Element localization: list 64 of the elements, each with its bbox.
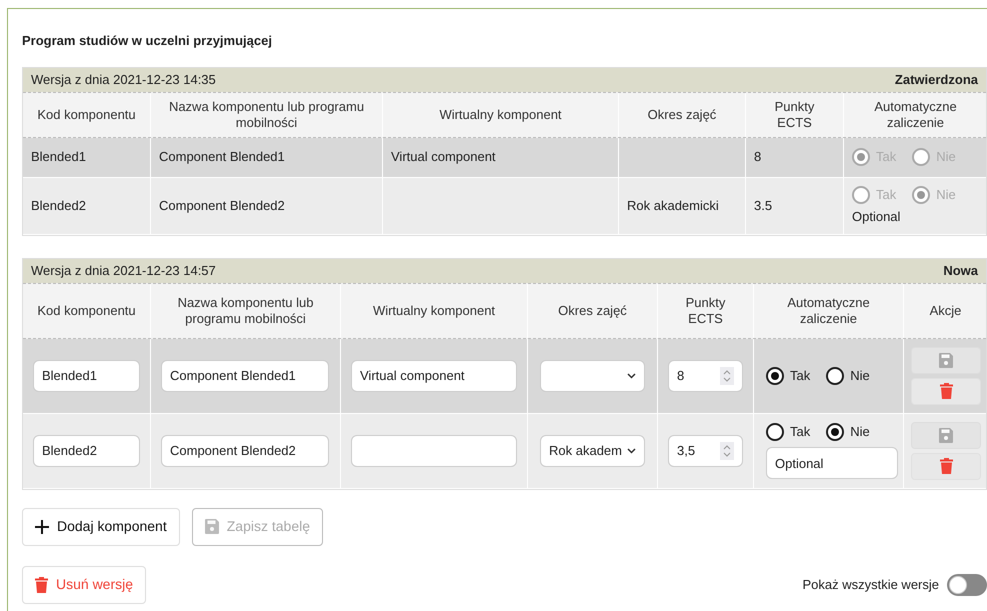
input-field[interactable]: Virtual component [351,360,517,392]
table-cell-text: 3.5 [754,196,772,215]
column-header: Punkty ECTS [684,294,726,326]
radio-label: Nie [850,422,870,441]
add-component-button[interactable]: Dodaj komponent [22,508,180,546]
chevron-down-icon [627,448,636,454]
delete-button[interactable] [911,378,981,404]
column-header: Wirtualny komponent [372,302,496,318]
input-field[interactable] [351,434,517,466]
note-text: Optional [852,208,902,226]
input-field[interactable]: Component Blended2 [161,434,329,466]
input-field[interactable]: Component Blended1 [161,360,329,392]
input-field[interactable]: Optional [766,447,898,480]
input-field[interactable]: Blended2 [33,434,140,466]
number-field[interactable]: 8 [668,360,743,392]
column-header: Kod komponentu [37,302,136,318]
plus-icon [35,520,49,534]
toggle-label: Pokaż wszystkie wersje [802,576,939,594]
table-cell-text: Component Blended2 [159,196,285,215]
number-field[interactable]: 3,5 [668,434,743,466]
trash-icon [940,383,952,399]
column-header: Akcje [930,302,962,318]
table-cell-text: Component Blended1 [159,148,285,166]
radio-button[interactable] [766,366,784,384]
radio-label: Tak [876,186,896,204]
save-icon [939,352,953,368]
table-cell-text: 8 [754,148,762,166]
spinner-icon [720,366,734,384]
period-select[interactable]: Rok akadem [540,434,645,466]
column-header: Automatyczne zaliczenie [786,294,871,326]
spinner-icon [720,442,734,460]
radio-label: Tak [790,366,810,385]
column-header: Nazwa komponentu lub programu mobilności [176,294,314,326]
column-header: Okres zajęć [558,302,627,318]
radio-label: Nie [936,186,956,204]
chevron-down-icon [627,372,636,378]
column-header: Wirtualny komponent [439,106,562,122]
delete-version-button[interactable]: Usuń wersję [22,566,146,604]
trash-icon [35,576,48,592]
save-icon [204,519,219,534]
toggle-switch[interactable] [947,574,987,596]
radio-label: Nie [850,366,870,385]
column-header: Punkty ECTS [774,98,816,130]
radio-label: Tak [790,422,810,441]
radio-button[interactable] [826,422,844,440]
column-header: Okres zajęć [648,106,716,122]
column-header: Kod komponentu [37,106,136,122]
table-cell-text: Rok akademicki [627,196,719,215]
delete-button[interactable] [911,452,981,480]
trash-icon [940,458,952,474]
table-cell-text: Blended1 [31,148,86,166]
table-cell-text: Virtual component [391,148,496,166]
version-status: Nowa [943,262,978,280]
version-date: Wersja z dnia 2021-12-23 14:57 [31,262,216,280]
save-icon [939,428,953,442]
section-title: Program studiów w uczelni przyjmującej [22,32,273,50]
radio-button[interactable] [826,366,844,384]
version-date: Wersja z dnia 2021-12-23 14:35 [31,70,216,89]
version-status: Zatwierdzona [894,70,978,89]
input-field[interactable]: Blended1 [33,360,140,392]
radio-button[interactable] [766,422,784,440]
column-header: Nazwa komponentu lub programu mobilności [168,98,366,130]
column-header: Automatyczne zaliczenie [873,98,958,130]
table-cell-text: Blended2 [31,196,86,215]
